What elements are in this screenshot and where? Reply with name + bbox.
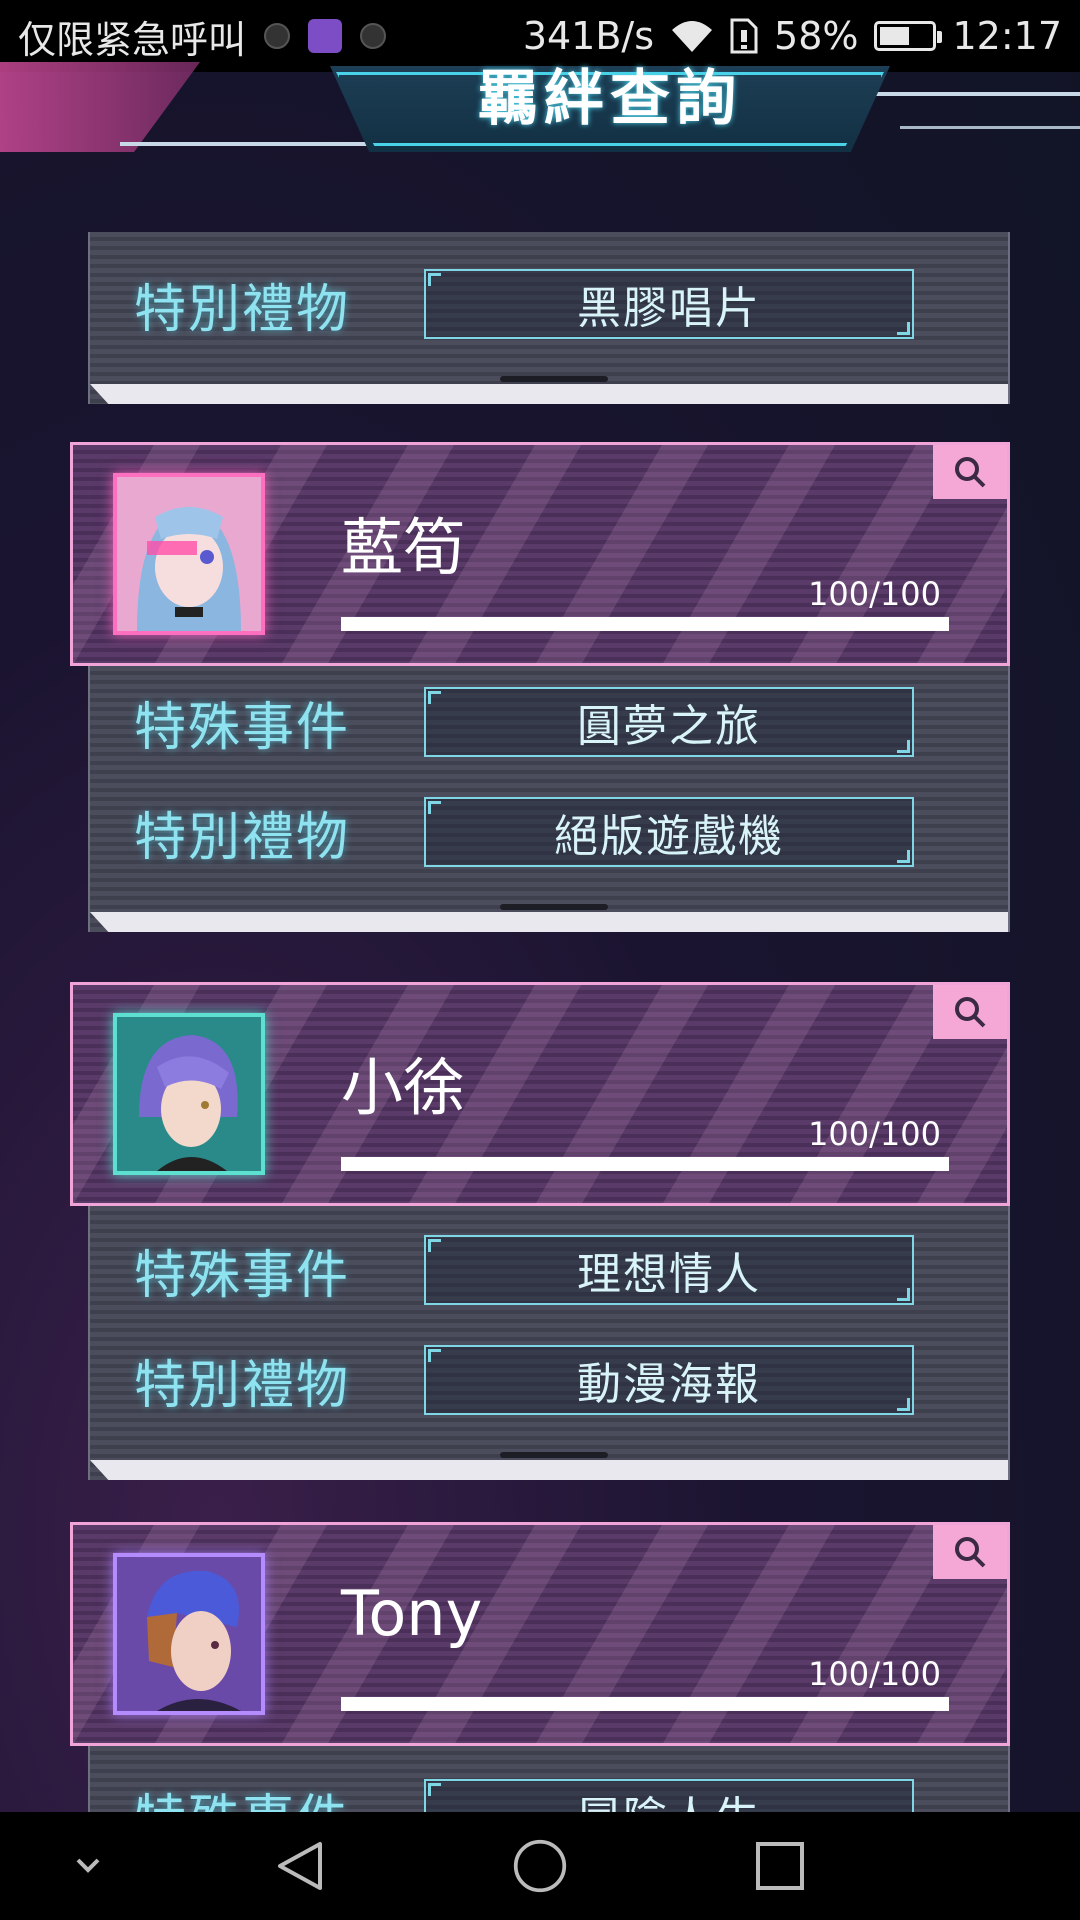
back-button[interactable] bbox=[272, 1838, 328, 1894]
hide-keyboard-button[interactable] bbox=[60, 1838, 116, 1894]
wifi-icon bbox=[670, 18, 714, 54]
recents-square-icon bbox=[756, 1842, 804, 1890]
search-button[interactable] bbox=[933, 1525, 1007, 1579]
panel-foot bbox=[90, 384, 1008, 404]
gift-row: 特別禮物 絕版遊戲機 bbox=[134, 796, 1008, 868]
search-icon bbox=[955, 457, 986, 488]
sim-icon bbox=[730, 18, 758, 54]
affinity-bar bbox=[341, 1157, 949, 1171]
event-value: 圓夢之旅 bbox=[424, 687, 914, 757]
bond-detail-panel: 特別禮物 黑膠唱片 bbox=[88, 232, 1010, 404]
affinity-bar bbox=[341, 617, 949, 631]
bond-detail-panel: 特殊事件 圓夢之旅 特別禮物 絕版遊戲機 bbox=[88, 666, 1010, 932]
header-decoration bbox=[900, 126, 1080, 129]
event-label: 特殊事件 bbox=[134, 1245, 351, 1306]
recents-button[interactable] bbox=[752, 1838, 808, 1894]
page-header: 羈絆查詢 bbox=[0, 62, 1080, 162]
gift-label: 特別禮物 bbox=[134, 807, 351, 868]
gift-value: 黑膠唱片 bbox=[424, 269, 914, 339]
search-icon bbox=[955, 997, 986, 1028]
emergency-call-text: 仅限紧急呼叫 bbox=[18, 17, 247, 62]
character-name: 小徐 bbox=[341, 1051, 466, 1124]
bond-detail-panel: 特殊事件 冒險人生 bbox=[88, 1746, 1010, 1850]
search-button[interactable] bbox=[933, 985, 1007, 1039]
affinity-fill bbox=[341, 617, 949, 631]
affinity-fill bbox=[341, 1697, 949, 1711]
battery-level bbox=[880, 27, 910, 45]
event-value: 理想情人 bbox=[424, 1235, 914, 1305]
character-name: 藍筍 bbox=[341, 511, 466, 584]
header-decoration bbox=[0, 62, 200, 152]
character-card: 小徐 100/100 bbox=[70, 982, 1010, 1206]
gift-row: 特別禮物 動漫海報 bbox=[134, 1344, 1008, 1416]
home-button[interactable] bbox=[512, 1838, 568, 1894]
gift-value: 絕版遊戲機 bbox=[424, 797, 914, 867]
notification-icon bbox=[360, 23, 387, 49]
clock: 12:17 bbox=[952, 14, 1062, 58]
back-triangle-icon bbox=[278, 1842, 322, 1890]
search-icon bbox=[955, 1537, 986, 1568]
home-circle-icon bbox=[513, 1839, 567, 1893]
chevron-down-icon bbox=[76, 1858, 100, 1873]
gift-row: 特別禮物 黑膠唱片 bbox=[134, 268, 1008, 340]
gallery-icon bbox=[308, 19, 343, 53]
bond-detail-panel: 特殊事件 理想情人 特別禮物 動漫海報 bbox=[88, 1206, 1010, 1480]
affinity-value: 100/100 bbox=[808, 575, 941, 613]
affinity-bar bbox=[341, 1697, 949, 1711]
character-avatar[interactable] bbox=[113, 1013, 265, 1175]
gift-label: 特別禮物 bbox=[134, 279, 351, 340]
collapse-handle[interactable] bbox=[500, 376, 608, 382]
event-row: 特殊事件 理想情人 bbox=[134, 1234, 1008, 1306]
affinity-value: 100/100 bbox=[808, 1115, 941, 1153]
gift-label: 特別禮物 bbox=[134, 1355, 351, 1416]
battery-icon bbox=[874, 21, 943, 51]
page-title: 羈絆查詢 bbox=[478, 64, 742, 134]
navigation-bar bbox=[0, 1812, 1080, 1920]
affinity-fill bbox=[341, 1157, 949, 1171]
collapse-handle[interactable] bbox=[500, 1452, 608, 1458]
character-name: Tony bbox=[341, 1577, 483, 1650]
search-button[interactable] bbox=[933, 445, 1007, 499]
panel-foot bbox=[90, 912, 1008, 932]
affinity-value: 100/100 bbox=[808, 1655, 941, 1693]
character-card: Tony 100/100 bbox=[70, 1522, 1010, 1746]
collapse-handle[interactable] bbox=[500, 904, 608, 910]
character-avatar[interactable] bbox=[113, 473, 265, 635]
notification-icon bbox=[264, 23, 291, 49]
gift-value: 動漫海報 bbox=[424, 1345, 914, 1415]
character-avatar[interactable] bbox=[113, 1553, 265, 1715]
event-row: 特殊事件 圓夢之旅 bbox=[134, 686, 1008, 758]
header-decoration bbox=[120, 142, 380, 146]
character-card: 藍筍 100/100 bbox=[70, 442, 1010, 666]
event-label: 特殊事件 bbox=[134, 697, 351, 758]
panel-foot bbox=[90, 1460, 1008, 1480]
